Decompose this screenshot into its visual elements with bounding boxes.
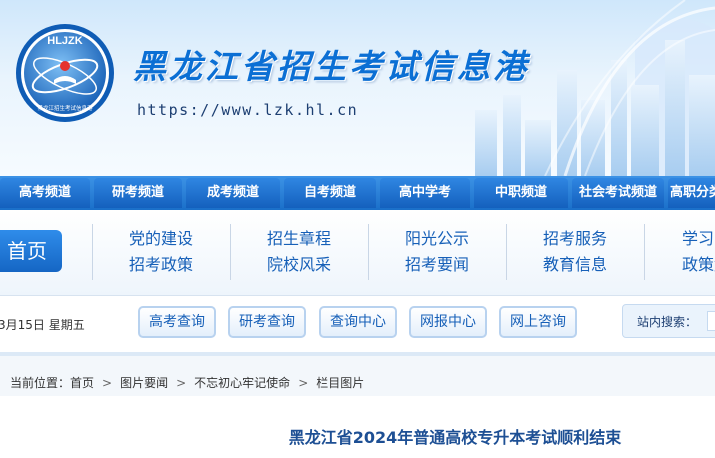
sub-nav: 首页 党的建设 招考政策 招生章程 院校风采 阳光公示 招考要闻 招考服务 教育… [0, 210, 715, 296]
link-yangguang-gongshi[interactable]: 阳光公示 [382, 226, 492, 252]
sub-nav-column: 党的建设 招考政策 [106, 226, 216, 278]
tab-shehui-kaoshi[interactable]: 社会考试频道 [572, 178, 664, 208]
tab-zikao[interactable]: 自考频道 [284, 178, 376, 208]
home-button[interactable]: 首页 [0, 230, 62, 272]
breadcrumb-separator: > [102, 376, 113, 390]
tab-zhongzhi[interactable]: 中职频道 [474, 178, 568, 208]
site-url: https://www.lzk.hl.cn [137, 101, 359, 119]
search-input[interactable] [707, 311, 715, 331]
sub-nav-column: 招考服务 教育信息 [520, 226, 630, 278]
sub-nav-column: 招生章程 院校风采 [244, 226, 354, 278]
online-consult-button[interactable]: 网上咨询 [499, 306, 577, 338]
divider [230, 224, 231, 280]
link-jiaoyu-xinxi[interactable]: 教育信息 [520, 252, 630, 278]
city-skyline-image [475, 0, 715, 176]
page: HLJZK 黑龙江招生考试信息港 黑龙江省招生考试信息港 https://www… [0, 0, 715, 458]
link-yuanxiao-fengcai[interactable]: 院校风采 [244, 252, 354, 278]
divider [644, 224, 645, 280]
breadcrumb-separator: > [176, 376, 187, 390]
tab-gaokao[interactable]: 高考频道 [0, 178, 90, 208]
breadcrumb-item-home[interactable]: 首页 [70, 376, 94, 390]
tab-gaozhong-xuekao[interactable]: 高中学考 [380, 178, 470, 208]
article-title: 黑龙江省2024年普通高校专升本考试顺利结束 [288, 428, 622, 447]
tab-yankao[interactable]: 研考频道 [94, 178, 182, 208]
divider [92, 224, 93, 280]
sub-nav-column: 学习园地 政策解读 [658, 226, 715, 278]
tab-chengkao[interactable]: 成考频道 [186, 178, 280, 208]
link-zhaokao-yaowen[interactable]: 招考要闻 [382, 252, 492, 278]
divider [506, 224, 507, 280]
yankao-query-button[interactable]: 研考查询 [228, 306, 306, 338]
breadcrumb-item-column-pictures[interactable]: 栏目图片 [316, 376, 364, 390]
logo-ring-text: 黑龙江招生考试信息港 [37, 104, 93, 112]
logo-text: HLJZK [47, 35, 83, 47]
tab-gaozhi-fenlei[interactable]: 高职分类 [668, 178, 715, 208]
divider [368, 224, 369, 280]
site-search: 站内搜索： [622, 304, 715, 338]
query-center-button[interactable]: 查询中心 [319, 306, 397, 338]
link-xuexi-yuandi[interactable]: 学习园地 [682, 226, 715, 252]
breadcrumb-bar: 当前位置：首页 > 图片要闻 > 不忘初心牢记使命 > 栏目图片 [0, 352, 715, 396]
breadcrumb-item-picture-news[interactable]: 图片要闻 [120, 376, 168, 390]
breadcrumb: 当前位置：首页 > 图片要闻 > 不忘初心牢记使命 > 栏目图片 [10, 374, 364, 391]
breadcrumb-item-mission[interactable]: 不忘初心牢记使命 [194, 376, 290, 390]
breadcrumb-separator: > [298, 376, 309, 390]
gaokao-query-button[interactable]: 高考查询 [138, 306, 216, 338]
site-logo[interactable]: HLJZK 黑龙江招生考试信息港 [14, 22, 116, 124]
breadcrumb-prefix: 当前位置： [10, 376, 71, 390]
link-zhengce-jiedu[interactable]: 政策解读 [682, 252, 715, 278]
link-zhaokao-fuwu[interactable]: 招考服务 [520, 226, 630, 252]
header-banner: HLJZK 黑龙江招生考试信息港 黑龙江省招生考试信息港 https://www… [0, 0, 715, 176]
site-title: 黑龙江省招生考试信息港 [133, 47, 529, 86]
link-dang-de-jianshe[interactable]: 党的建设 [106, 226, 216, 252]
quick-bar: 3月15日 星期五 高考查询 研考查询 查询中心 网报中心 网上咨询 站内搜索： [0, 296, 715, 352]
date-text: 3月15日 星期五 [0, 318, 85, 332]
channel-nav: 高考频道 研考频道 成考频道 自考频道 高中学考 中职频道 社会考试频道 高职分… [0, 176, 715, 210]
search-label: 站内搜索： [637, 315, 698, 329]
link-zhaokao-zhengce[interactable]: 招考政策 [106, 252, 216, 278]
sub-nav-column: 阳光公示 招考要闻 [382, 226, 492, 278]
online-registration-button[interactable]: 网报中心 [409, 306, 487, 338]
link-zhaosheng-zhangcheng[interactable]: 招生章程 [244, 226, 354, 252]
